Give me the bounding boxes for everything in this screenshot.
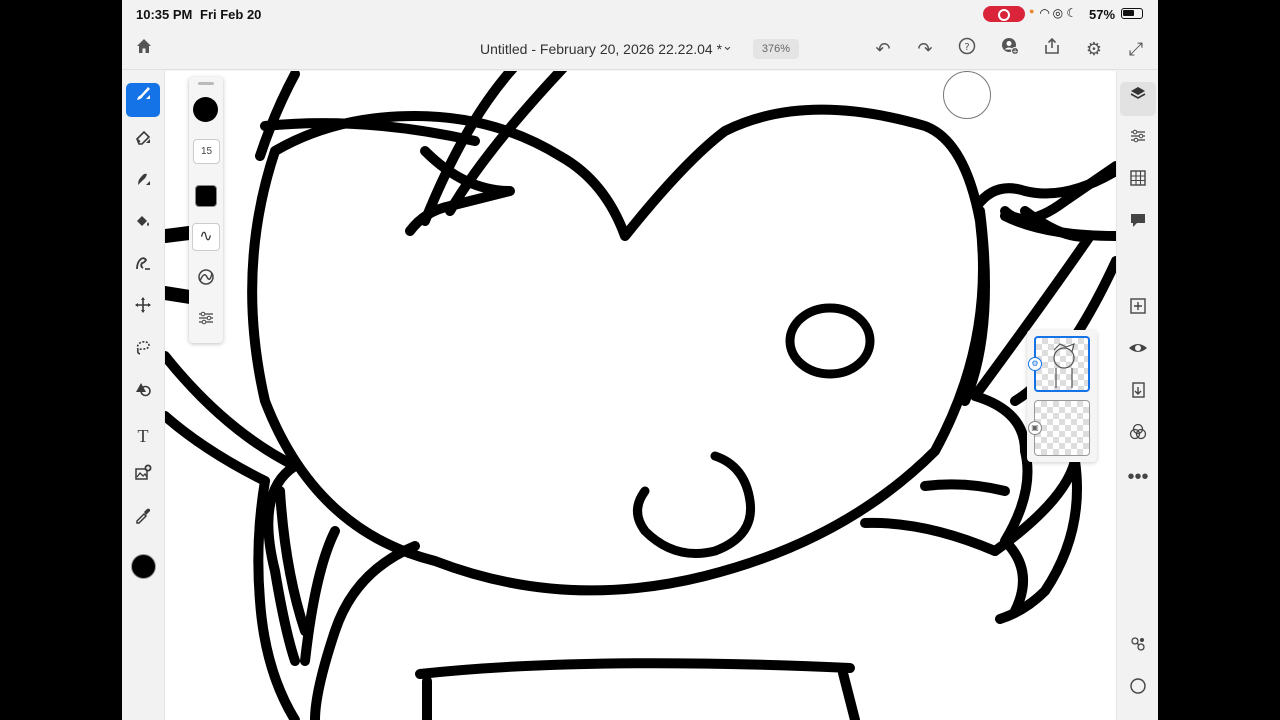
eyedropper-icon[interactable] [126, 503, 160, 537]
help-icon[interactable]: ? [955, 37, 979, 61]
redo-icon[interactable]: ↷ [913, 37, 937, 61]
adobe-fonts-icon[interactable] [1120, 632, 1156, 666]
visibility-icon[interactable] [1120, 336, 1156, 370]
screen-recording-icon [983, 6, 1025, 22]
battery-icon [1121, 8, 1143, 19]
right-toolbar: ••• [1116, 71, 1158, 720]
top-bar: Untitled - February 20, 2026 22.22.04 * … [122, 28, 1158, 70]
document-title[interactable]: Untitled - February 20, 2026 22.22.04 * [480, 41, 722, 57]
status-date: Fri Feb 20 [200, 7, 262, 22]
brush-opacity-swatch[interactable] [195, 185, 217, 207]
zoom-level[interactable]: 376% [753, 39, 799, 59]
fullscreen-icon[interactable]: ⤢ [1124, 37, 1148, 61]
brush-settings-panel: 15 ∿ [189, 77, 223, 343]
layers-panel: ⚙ ▣ [1027, 330, 1097, 462]
layer-type-icon: ⚙ [1028, 357, 1042, 371]
smoothing-icon[interactable]: ∿ [192, 223, 220, 251]
add-layer-icon[interactable] [1120, 294, 1156, 328]
svg-text:+: + [1012, 48, 1018, 56]
home-icon[interactable] [132, 37, 156, 61]
layer-properties-icon[interactable] [1120, 124, 1156, 158]
brush-size-preview[interactable] [193, 97, 218, 122]
privacy-indicator-icon: ● [1029, 6, 1036, 16]
circle-icon[interactable] [1120, 674, 1156, 708]
invite-user-icon[interactable]: + [998, 37, 1022, 61]
status-bar: 10:35 PM Fri Feb 20 ● ◠ ◎ ☾ 57% [122, 0, 1158, 28]
merge-down-icon[interactable] [1120, 378, 1156, 412]
image-layer-icon: ▣ [1028, 421, 1042, 435]
move-icon[interactable] [126, 293, 160, 327]
grid-icon[interactable] [1120, 166, 1156, 200]
layer-thumbnail-background[interactable] [1034, 400, 1090, 456]
layer-thumbnail-drawing[interactable] [1034, 336, 1090, 392]
text-icon[interactable]: T [126, 419, 160, 453]
brush-icon[interactable] [126, 83, 160, 117]
status-time: 10:35 PM [136, 7, 193, 22]
comments-icon[interactable] [1120, 208, 1156, 242]
undo-icon[interactable]: ↶ [871, 37, 895, 61]
liquify-icon[interactable] [126, 251, 160, 285]
brush-size-field[interactable]: 15 [193, 139, 220, 164]
battery-percent: 57% [1089, 7, 1116, 22]
drawing-canvas[interactable] [165, 71, 1116, 720]
fill-icon[interactable] [126, 209, 160, 243]
app-screen: 10:35 PM Fri Feb 20 ● ◠ ◎ ☾ 57% Untitled… [122, 0, 1158, 720]
brush-cursor [943, 71, 991, 119]
left-toolbar: T [122, 71, 165, 720]
pressure-dynamics-icon[interactable] [192, 267, 220, 295]
share-icon[interactable] [1040, 37, 1064, 61]
artwork [165, 71, 1116, 720]
place-image-icon[interactable] [126, 461, 160, 495]
svg-text:?: ? [964, 42, 969, 53]
panel-grip[interactable] [198, 82, 214, 85]
blend-icon[interactable] [1120, 420, 1156, 454]
brush-settings-icon[interactable] [192, 309, 220, 337]
more-icon[interactable]: ••• [1120, 462, 1156, 496]
smudge-icon[interactable] [126, 167, 160, 201]
color-swatch[interactable] [131, 554, 156, 579]
lasso-icon[interactable] [126, 335, 160, 369]
settings-gear-icon[interactable]: ⚙ [1082, 37, 1106, 61]
wifi-icon: ◠ ◎ ☾ [1040, 6, 1078, 20]
chevron-down-icon[interactable]: ⌄ [722, 38, 733, 54]
shape-icon[interactable] [126, 377, 160, 411]
layers-icon[interactable] [1120, 82, 1156, 116]
eraser-icon[interactable] [126, 125, 160, 159]
